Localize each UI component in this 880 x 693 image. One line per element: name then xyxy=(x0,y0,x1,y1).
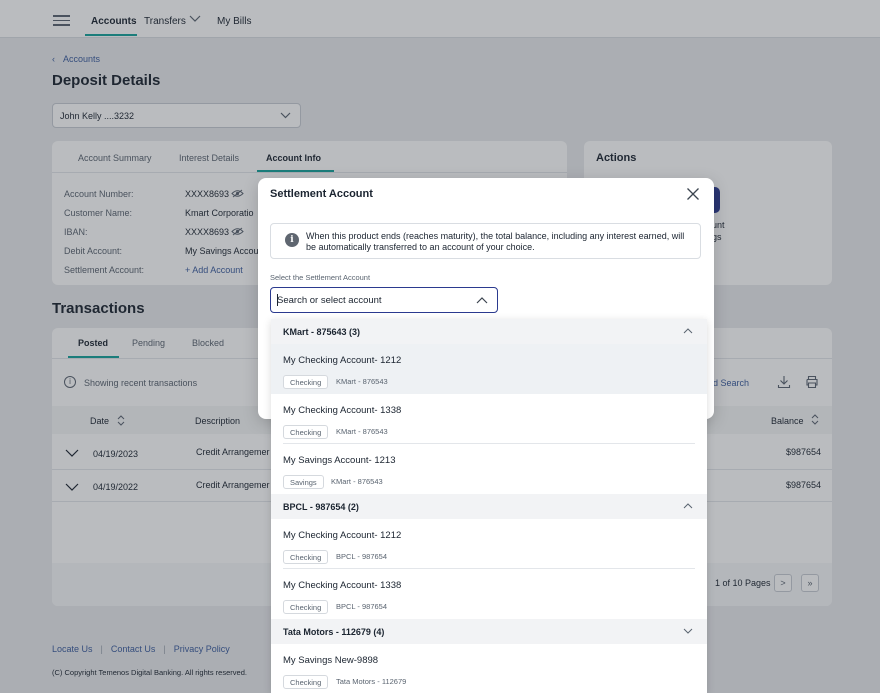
chevron-up-icon[interactable] xyxy=(476,296,488,304)
list-item[interactable]: My Checking Account- 1212 Checking KMart… xyxy=(271,344,707,394)
option-account-name: My Checking Account- 1338 xyxy=(283,405,402,416)
option-customer: BPCL - 987654 xyxy=(336,552,388,561)
option-account-type: Checking xyxy=(283,550,329,564)
option-customer: KMart - 876543 xyxy=(336,377,388,386)
modal-title: Settlement Account xyxy=(270,188,373,200)
option-account-type: Checking xyxy=(283,600,329,614)
list-item[interactable]: My Savings Account- 1213 Savings KMart -… xyxy=(271,444,707,494)
chevron-up-icon[interactable] xyxy=(683,503,693,509)
group-header-bpcl[interactable]: BPCL - 987654 (2) xyxy=(271,494,707,519)
list-item[interactable]: My Checking Account- 1212 Checking BPCL … xyxy=(271,519,707,569)
option-customer: KMart - 876543 xyxy=(336,427,388,436)
option-customer: KMart - 876543 xyxy=(331,477,383,486)
group-name: Tata Motors - 112679 (4) xyxy=(283,627,385,637)
option-account-name: My Checking Account- 1212 xyxy=(283,355,402,366)
maturity-notice: i When this product ends (reaches maturi… xyxy=(270,223,701,259)
text-cursor xyxy=(277,294,278,306)
option-account-name: My Checking Account- 1338 xyxy=(283,580,402,591)
list-item[interactable]: My Checking Account- 1338 Checking KMart… xyxy=(271,394,707,444)
option-account-name: My Savings Account- 1213 xyxy=(283,455,396,466)
account-dropdown-list: KMart - 875643 (3) My Checking Account- … xyxy=(271,319,707,693)
notice-text: When this product ends (reaches maturity… xyxy=(306,231,685,252)
chevron-up-icon[interactable] xyxy=(683,328,693,334)
list-item[interactable]: My Checking Account- 1338 Checking BPCL … xyxy=(271,569,707,619)
option-account-type: Checking xyxy=(283,425,329,439)
settlement-field-label: Select the Settlement Account xyxy=(270,273,371,282)
list-item[interactable]: My Savings New-9898 Checking Tata Motors… xyxy=(271,644,707,693)
option-account-name: My Checking Account- 1212 xyxy=(283,530,402,541)
close-icon[interactable] xyxy=(686,187,700,201)
group-header-tata-motors[interactable]: Tata Motors - 112679 (4) xyxy=(271,619,707,644)
group-name: KMart - 875643 (3) xyxy=(283,327,361,337)
option-customer: BPCL - 987654 xyxy=(336,602,388,611)
option-account-type: Checking xyxy=(283,675,329,689)
option-customer: Tata Motors - 112679 xyxy=(336,677,407,686)
account-search-input[interactable] xyxy=(277,293,467,307)
option-account-name: My Savings New-9898 xyxy=(283,655,379,666)
group-name: BPCL - 987654 (2) xyxy=(283,502,359,512)
chevron-down-icon[interactable] xyxy=(683,628,693,634)
option-account-type: Savings xyxy=(283,475,324,489)
account-search-combobox[interactable] xyxy=(270,287,498,313)
info-icon: i xyxy=(285,233,299,247)
option-account-type: Checking xyxy=(283,375,329,389)
group-header-kmart[interactable]: KMart - 875643 (3) xyxy=(271,319,707,344)
